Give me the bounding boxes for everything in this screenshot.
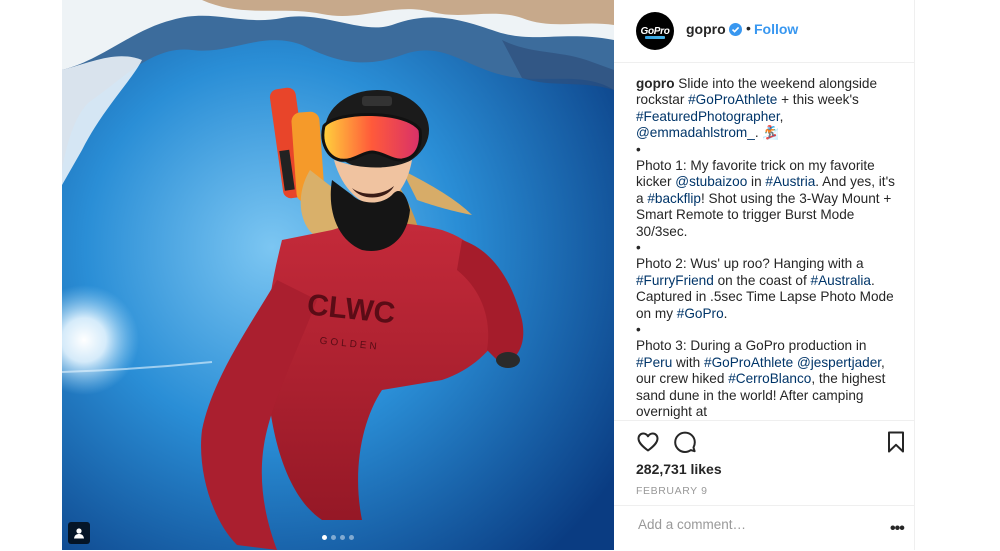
avatar[interactable]: GoPro <box>636 12 674 50</box>
mention-link[interactable]: @jespertjader <box>797 355 881 370</box>
post-caption: gopro Slide into the weekend alongside r… <box>636 76 898 420</box>
follow-button[interactable]: Follow <box>754 21 798 37</box>
likes-count[interactable]: 282,731 likes <box>636 461 722 477</box>
photo-image: CLWC GOLDEN <box>62 0 614 550</box>
caption-bullet: • <box>636 240 641 256</box>
hashtag-link[interactable]: #FurryFriend <box>636 273 714 288</box>
hashtag-link[interactable]: #Austria <box>765 174 815 189</box>
caption-photo-2: Photo 2: Wus' up roo? Hanging with a #Fu… <box>636 256 898 322</box>
caption-text: . <box>723 305 728 321</box>
caption-text: in <box>747 174 766 190</box>
more-options-icon[interactable]: ••• <box>890 520 905 538</box>
comment-box: ••• <box>614 505 914 551</box>
post-actions <box>614 420 914 461</box>
carousel-dot[interactable] <box>340 535 345 540</box>
hashtag-link[interactable]: #GoProAthlete <box>688 92 777 107</box>
comment-icon[interactable] <box>673 430 697 454</box>
carousel-indicator <box>62 535 614 540</box>
post-header: GoPro gopro • Follow <box>614 0 914 63</box>
caption-photo-1: Photo 1: My favorite trick on my favorit… <box>636 158 898 240</box>
separator-dot: • <box>746 20 751 36</box>
mention-link[interactable]: @emmadahlstrom_ <box>636 125 755 140</box>
avatar-logo-bar <box>645 36 665 39</box>
post-sidebar: GoPro gopro • Follow gopro Slide into th… <box>614 0 915 550</box>
hashtag-link[interactable]: #Australia <box>811 273 871 288</box>
caption-text: + this week's <box>777 92 859 108</box>
caption-bullet: • <box>636 141 641 157</box>
heart-icon[interactable] <box>636 430 660 454</box>
verified-badge-icon <box>729 23 742 36</box>
post-date[interactable]: FEBRUARY 9 <box>636 485 708 497</box>
caption-text: Photo 2: Wus' up roo? Hanging with a <box>636 256 864 272</box>
hashtag-link[interactable]: #Peru <box>636 355 672 370</box>
carousel-dot[interactable] <box>322 535 327 540</box>
caption-username[interactable]: gopro <box>636 76 675 91</box>
user-tag-icon[interactable] <box>68 522 90 544</box>
hashtag-link[interactable]: #backflip <box>647 191 701 206</box>
caption-text: Photo 3: During a GoPro production in <box>636 338 867 354</box>
comment-input[interactable] <box>636 516 860 533</box>
hashtag-link[interactable]: #GoPro <box>677 306 724 321</box>
hashtag-link[interactable]: #CerroBlanco <box>728 371 811 386</box>
mention-link[interactable]: @stubaizoo <box>675 174 747 189</box>
caption-bullet: • <box>636 322 641 338</box>
caption-text: , <box>779 108 784 124</box>
carousel-dot[interactable] <box>349 535 354 540</box>
username-link[interactable]: gopro <box>686 21 726 37</box>
caption-text: . 🏂 <box>754 125 780 141</box>
hashtag-link[interactable]: #FeaturedPhotographer <box>636 109 780 124</box>
avatar-logo-text: GoPro <box>640 25 670 37</box>
carousel-dot[interactable] <box>331 535 336 540</box>
caption-text: with <box>672 354 705 370</box>
caption-photo-3: Photo 3: During a GoPro production in #P… <box>636 338 898 420</box>
caption-text: on the coast of <box>713 272 811 288</box>
caption-intro: gopro Slide into the weekend alongside r… <box>636 76 898 142</box>
post-photo[interactable]: CLWC GOLDEN <box>62 0 614 550</box>
bookmark-icon[interactable] <box>884 430 908 454</box>
hashtag-link[interactable]: #GoProAthlete <box>704 355 793 370</box>
